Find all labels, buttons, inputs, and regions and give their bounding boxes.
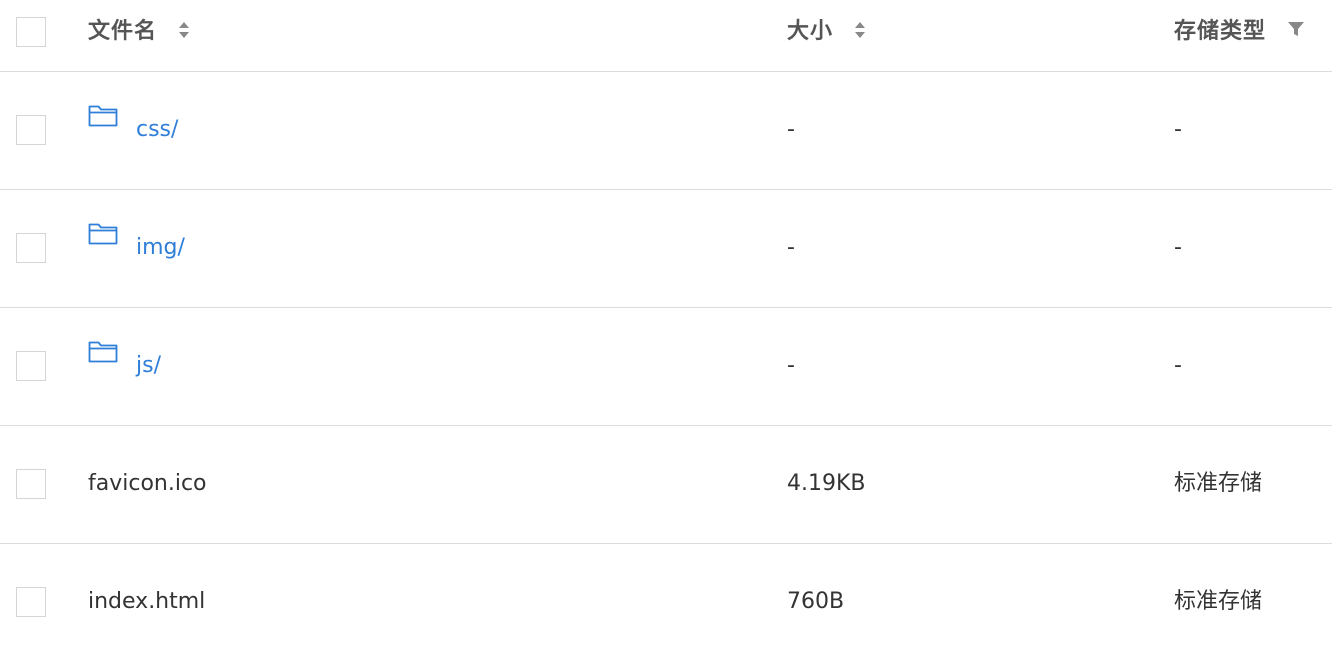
file-name-cell[interactable]: index.html xyxy=(88,587,205,617)
table-row[interactable]: css/ - - xyxy=(0,72,1332,190)
file-size-cell: 4.19KB xyxy=(787,471,866,496)
folder-name: js/ xyxy=(136,353,161,378)
file-name-cell: css/ xyxy=(88,105,179,145)
type-filter-icon[interactable] xyxy=(1287,20,1305,38)
folder-name: css/ xyxy=(136,117,179,142)
storage-type-cell: - xyxy=(1174,235,1182,260)
folder-icon xyxy=(88,341,118,363)
folder-link[interactable]: js/ xyxy=(88,341,161,378)
name-column-header[interactable]: 文件名 xyxy=(88,17,190,47)
file-name-cell: img/ xyxy=(88,223,185,263)
size-header-label: 大小 xyxy=(787,19,834,44)
storage-type-cell: - xyxy=(1174,117,1182,142)
storage-type-cell: 标准存储 xyxy=(1174,589,1263,614)
select-all-checkbox[interactable] xyxy=(16,17,46,47)
folder-name: img/ xyxy=(136,235,185,260)
storage-type-cell: - xyxy=(1174,353,1182,378)
size-column-header[interactable]: 大小 xyxy=(787,17,866,47)
folder-link[interactable]: css/ xyxy=(88,105,179,142)
folder-link[interactable]: img/ xyxy=(88,223,185,260)
row-checkbox[interactable] xyxy=(16,351,46,381)
name-header-label: 文件名 xyxy=(88,19,158,44)
folder-icon xyxy=(88,223,118,245)
size-sort-icon[interactable] xyxy=(854,21,866,39)
table-header: 文件名 大小 存储类型 xyxy=(0,0,1332,72)
file-table: 文件名 大小 存储类型 css/ - - img/ - - js/ - - fa… xyxy=(0,0,1332,636)
file-name-cell[interactable]: favicon.ico xyxy=(88,469,207,499)
folder-icon xyxy=(88,105,118,127)
file-name-cell: js/ xyxy=(88,341,161,381)
row-checkbox[interactable] xyxy=(16,115,46,145)
row-checkbox[interactable] xyxy=(16,233,46,263)
type-column-header: 存储类型 xyxy=(1174,17,1266,47)
storage-type-cell: 标准存储 xyxy=(1174,471,1263,496)
row-checkbox[interactable] xyxy=(16,587,46,617)
file-size-cell: 760B xyxy=(787,589,845,614)
table-row[interactable]: index.html 760B 标准存储 xyxy=(0,544,1332,662)
file-size-cell: - xyxy=(787,353,795,378)
table-row[interactable]: favicon.ico 4.19KB 标准存储 xyxy=(0,426,1332,544)
table-row[interactable]: img/ - - xyxy=(0,190,1332,308)
file-size-cell: - xyxy=(787,117,795,142)
type-header-label: 存储类型 xyxy=(1174,19,1267,44)
row-checkbox[interactable] xyxy=(16,469,46,499)
name-sort-icon[interactable] xyxy=(178,21,190,39)
file-size-cell: - xyxy=(787,235,795,260)
table-row[interactable]: js/ - - xyxy=(0,308,1332,426)
